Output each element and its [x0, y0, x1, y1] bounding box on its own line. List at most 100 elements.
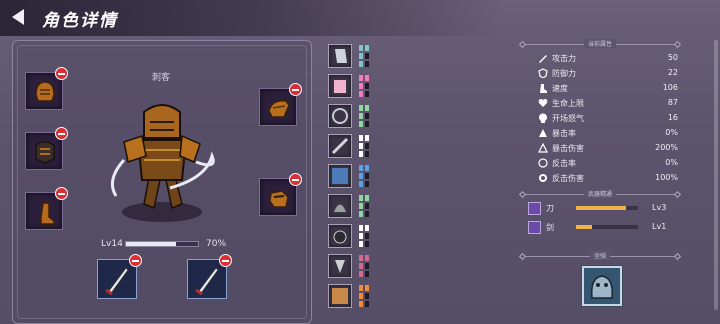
skill-1-icon[interactable]	[328, 44, 352, 68]
stat-name: 开场怒气	[552, 114, 584, 123]
shoulder-armor-icon	[268, 99, 290, 118]
skill-3-icon[interactable]	[328, 104, 352, 128]
shoulder-armor-slot[interactable]	[259, 83, 302, 126]
unequip-button[interactable]	[289, 83, 302, 96]
skill-level-pips	[359, 105, 369, 127]
skill-row[interactable]	[328, 224, 376, 248]
mastery-bar-fill	[576, 206, 626, 210]
unequip-button[interactable]	[55, 67, 68, 80]
crit-damage-icon	[538, 143, 548, 153]
stats-section-title: 当前属性	[583, 39, 617, 48]
stat-name: 生命上限	[552, 99, 584, 108]
stat-name: 暴击率	[552, 129, 576, 138]
mastery-level: Lv3	[652, 203, 667, 212]
skill-7-icon[interactable]	[328, 224, 352, 248]
xp-bar-fill	[126, 242, 177, 246]
skill-level-pips	[359, 165, 369, 187]
back-arrow-icon[interactable]	[12, 9, 24, 25]
xp-bar	[125, 241, 199, 247]
weapon-type-icon	[528, 221, 541, 234]
gauntlet-slot[interactable]	[259, 173, 302, 216]
stat-value: 87	[667, 98, 678, 107]
skill-level-pips	[359, 135, 369, 157]
boots-slot[interactable]	[25, 187, 68, 230]
skill-9-icon[interactable]	[328, 284, 352, 308]
weapon-slot-1[interactable]	[97, 254, 142, 299]
stat-value: 0%	[665, 158, 678, 167]
counter-icon	[538, 158, 548, 168]
stat-value: 16	[667, 113, 678, 122]
boot-icon	[40, 202, 55, 225]
weapon-slot-2[interactable]	[187, 254, 232, 299]
unequip-button[interactable]	[55, 127, 68, 140]
class-name-label: 刺客	[152, 73, 171, 83]
stat-row: 反击伤害 100%	[534, 172, 678, 186]
skill-level-pips	[359, 225, 369, 247]
stat-name: 反击伤害	[552, 174, 584, 183]
unequip-button[interactable]	[219, 254, 232, 267]
heart-icon	[538, 99, 548, 107]
stat-value: 200%	[655, 143, 678, 152]
unequip-button[interactable]	[289, 173, 302, 186]
skill-5-icon[interactable]	[328, 164, 352, 188]
helmet-slot[interactable]	[25, 67, 68, 110]
stat-row: 反击率 0%	[534, 157, 678, 171]
skill-level-pips	[359, 255, 369, 277]
stat-value: 50	[667, 53, 678, 62]
chest-armor-slot[interactable]	[25, 127, 68, 170]
weapon-mastery-row: 剑 Lv1	[528, 221, 678, 235]
skill-level-pips	[359, 285, 369, 307]
stat-row: 攻击力 50	[534, 52, 678, 66]
skill-row[interactable]	[328, 164, 376, 188]
skill-8-icon[interactable]	[328, 254, 352, 278]
skill-row[interactable]	[328, 104, 376, 128]
dagger-icon	[195, 267, 219, 296]
weapon-type-name: 剑	[546, 223, 554, 232]
skill-row[interactable]	[328, 254, 376, 278]
stat-row: 开场怒气 16	[534, 112, 678, 126]
boot-icon	[540, 84, 547, 93]
stat-value: 106	[662, 83, 678, 92]
weapon-mastery-row: 刀 Lv3	[528, 202, 678, 216]
skill-level-pips	[359, 45, 369, 67]
section-divider: 坐骑	[518, 251, 682, 261]
skill-6-icon[interactable]	[328, 194, 352, 218]
skull-icon	[539, 113, 547, 123]
skill-level-pips	[359, 195, 369, 217]
stat-name: 攻击力	[552, 54, 576, 63]
stat-row: 生命上限 87	[534, 97, 678, 111]
stat-name: 防御力	[552, 69, 576, 78]
counter-damage-icon	[539, 174, 547, 182]
skill-row[interactable]	[328, 134, 376, 158]
pet-icon	[584, 268, 620, 304]
character-avatar	[110, 104, 215, 222]
sword-icon	[539, 55, 547, 63]
pet-portrait[interactable]	[582, 266, 622, 306]
stat-name: 反击率	[552, 159, 576, 168]
stat-name: 速度	[552, 84, 568, 93]
level-label: Lv14	[101, 239, 123, 249]
unequip-button[interactable]	[129, 254, 142, 267]
section-divider: 武器精通	[518, 189, 682, 199]
gauntlet-icon	[269, 190, 289, 208]
section-divider: 当前属性	[518, 39, 682, 49]
weapon-type-icon	[528, 202, 541, 215]
skill-row[interactable]	[328, 284, 376, 308]
skill-4-icon[interactable]	[328, 134, 352, 158]
stat-row: 速度 106	[534, 82, 678, 96]
skill-row[interactable]	[328, 44, 376, 68]
skill-2-icon[interactable]	[328, 74, 352, 98]
helmet-icon	[35, 81, 55, 102]
skill-row[interactable]	[328, 74, 376, 98]
stat-row: 暴击伤害 200%	[534, 142, 678, 156]
unequip-button[interactable]	[55, 187, 68, 200]
stat-name: 暴击伤害	[552, 144, 584, 153]
weapon-type-name: 刀	[546, 204, 554, 213]
mastery-level: Lv1	[652, 222, 667, 231]
stat-row: 暴击率 0%	[534, 127, 678, 141]
scrollbar[interactable]	[714, 40, 718, 310]
mastery-bar-fill	[576, 225, 592, 229]
dagger-icon	[105, 267, 129, 296]
stat-row: 防御力 22	[534, 67, 678, 81]
skill-row[interactable]	[328, 194, 376, 218]
